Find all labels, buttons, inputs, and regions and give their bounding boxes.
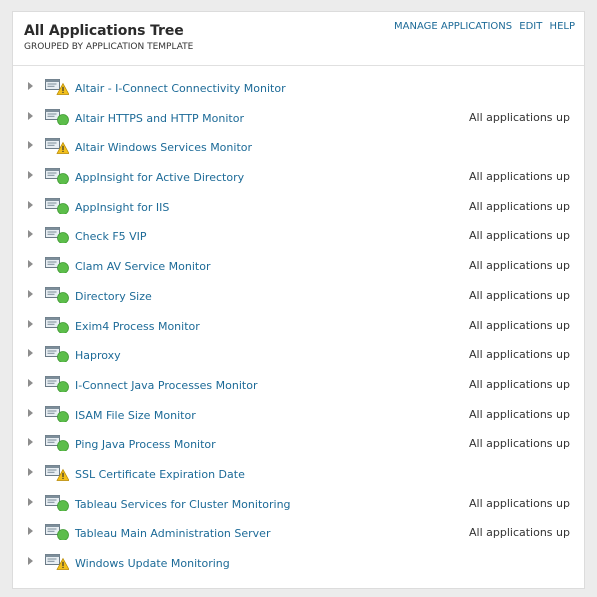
application-template-link[interactable]: Check F5 VIP xyxy=(75,230,147,243)
status-text: All applications up xyxy=(469,259,570,273)
status-text: All applications up xyxy=(469,348,570,362)
app-status-warning-icon xyxy=(45,464,70,481)
status-text: All applications up xyxy=(469,170,570,184)
application-template-link[interactable]: I-Connect Java Processes Monitor xyxy=(75,379,257,392)
application-template-list: Altair - I-Connect Connectivity Monitor A… xyxy=(13,76,584,581)
app-status-up-icon xyxy=(45,197,69,215)
application-template-link[interactable]: Ping Java Process Monitor xyxy=(75,438,216,451)
application-template-link[interactable]: Exim4 Process Monitor xyxy=(75,320,200,333)
application-template-link[interactable]: Altair HTTPS and HTTP Monitor xyxy=(75,112,244,125)
application-template-link[interactable]: AppInsight for IIS xyxy=(75,201,169,214)
expand-arrow-icon[interactable] xyxy=(28,378,33,387)
app-status-up-icon xyxy=(45,435,69,453)
expand-arrow-icon[interactable] xyxy=(28,141,33,150)
expand-arrow-icon[interactable] xyxy=(28,408,33,417)
status-text: All applications up xyxy=(469,407,570,421)
application-template-link[interactable]: Windows Update Monitoring xyxy=(75,557,230,570)
all-applications-tree-panel: All Applications Tree GROUPED BY APPLICA… xyxy=(12,11,585,589)
app-status-up-icon xyxy=(45,375,69,393)
application-template-link[interactable]: Tableau Main Administration Server xyxy=(75,527,270,540)
list-item: ISAM File Size Monitor All applications u… xyxy=(13,403,584,433)
status-text: All applications up xyxy=(469,496,570,510)
panel-header: All Applications Tree GROUPED BY APPLICA… xyxy=(13,12,584,66)
app-status-up-icon xyxy=(45,286,69,304)
app-status-up-icon xyxy=(45,168,69,185)
application-template-link[interactable]: Altair Windows Services Monitor xyxy=(75,141,252,154)
app-status-warning-icon xyxy=(45,554,70,570)
expand-arrow-icon[interactable] xyxy=(28,557,33,565)
expand-arrow-icon[interactable] xyxy=(28,438,33,447)
panel-title: All Applications Tree xyxy=(24,23,184,39)
expand-arrow-icon[interactable] xyxy=(28,230,33,239)
list-item: AppInsight for Active Directory All appli… xyxy=(13,165,584,195)
list-item: Altair - I-Connect Connectivity Monitor xyxy=(13,76,584,106)
expand-arrow-icon[interactable] xyxy=(28,467,33,476)
expand-arrow-icon[interactable] xyxy=(28,527,33,536)
application-template-link[interactable]: Altair - I-Connect Connectivity Monitor xyxy=(75,82,286,95)
list-item: Tableau Services for Cluster Monitoring A… xyxy=(13,492,584,522)
expand-arrow-icon[interactable] xyxy=(28,82,33,90)
status-text: All applications up xyxy=(469,377,570,391)
list-item: Haproxy All applications up xyxy=(13,343,584,373)
list-item: Windows Update Monitoring xyxy=(13,551,584,581)
status-text: All applications up xyxy=(469,229,570,243)
help-link[interactable]: HELP xyxy=(550,21,575,32)
panel-subtitle: GROUPED BY APPLICATION TEMPLATE xyxy=(24,42,194,52)
edit-link[interactable]: EDIT xyxy=(519,21,542,32)
app-status-warning-icon xyxy=(45,138,70,155)
list-item: Directory Size All applications up xyxy=(13,284,584,314)
app-status-up-icon xyxy=(45,316,69,334)
list-item: SSL Certificate Expiration Date xyxy=(13,462,584,492)
status-text: All applications up xyxy=(469,318,570,332)
list-item: Clam AV Service Monitor All applications … xyxy=(13,254,584,284)
status-text: All applications up xyxy=(469,288,570,302)
header-links: MANAGE APPLICATIONS EDIT HELP xyxy=(390,21,575,32)
list-item: Ping Java Process Monitor All application… xyxy=(13,432,584,462)
list-item: Altair Windows Services Monitor xyxy=(13,135,584,165)
expand-arrow-icon[interactable] xyxy=(28,349,33,358)
expand-arrow-icon[interactable] xyxy=(28,171,33,180)
app-status-up-icon xyxy=(45,494,69,512)
expand-arrow-icon[interactable] xyxy=(28,289,33,298)
list-item: I-Connect Java Processes Monitor All appl… xyxy=(13,373,584,403)
list-item: Tableau Main Administration Server All ap… xyxy=(13,521,584,551)
expand-arrow-icon[interactable] xyxy=(28,497,33,506)
app-status-up-icon xyxy=(45,227,69,245)
expand-arrow-icon[interactable] xyxy=(28,200,33,209)
status-text: All applications up xyxy=(469,199,570,213)
list-item: AppInsight for IIS All applications up xyxy=(13,195,584,225)
list-item: Exim4 Process Monitor All applications up xyxy=(13,314,584,344)
application-template-link[interactable]: Haproxy xyxy=(75,349,121,362)
app-status-warning-icon xyxy=(45,79,70,95)
manage-applications-link[interactable]: MANAGE APPLICATIONS xyxy=(394,21,512,32)
app-status-up-icon xyxy=(45,346,69,364)
app-status-up-icon xyxy=(45,108,69,126)
application-template-link[interactable]: SSL Certificate Expiration Date xyxy=(75,468,245,481)
application-template-link[interactable]: Clam AV Service Monitor xyxy=(75,260,211,273)
app-status-up-icon xyxy=(45,524,69,542)
application-template-link[interactable]: ISAM File Size Monitor xyxy=(75,409,196,422)
list-item: Check F5 VIP All applications up xyxy=(13,224,584,254)
expand-arrow-icon[interactable] xyxy=(28,319,33,328)
app-status-up-icon xyxy=(45,257,69,275)
app-status-up-icon xyxy=(45,405,69,423)
status-text: All applications up xyxy=(469,437,570,451)
list-item: Altair HTTPS and HTTP Monitor All applica… xyxy=(13,106,584,136)
expand-arrow-icon[interactable] xyxy=(28,111,33,120)
expand-arrow-icon[interactable] xyxy=(28,260,33,269)
status-text: All applications up xyxy=(469,526,570,540)
application-template-link[interactable]: AppInsight for Active Directory xyxy=(75,171,244,184)
application-template-link[interactable]: Directory Size xyxy=(75,290,152,303)
status-text: All applications up xyxy=(469,110,570,124)
application-template-link[interactable]: Tableau Services for Cluster Monitoring xyxy=(75,498,291,511)
